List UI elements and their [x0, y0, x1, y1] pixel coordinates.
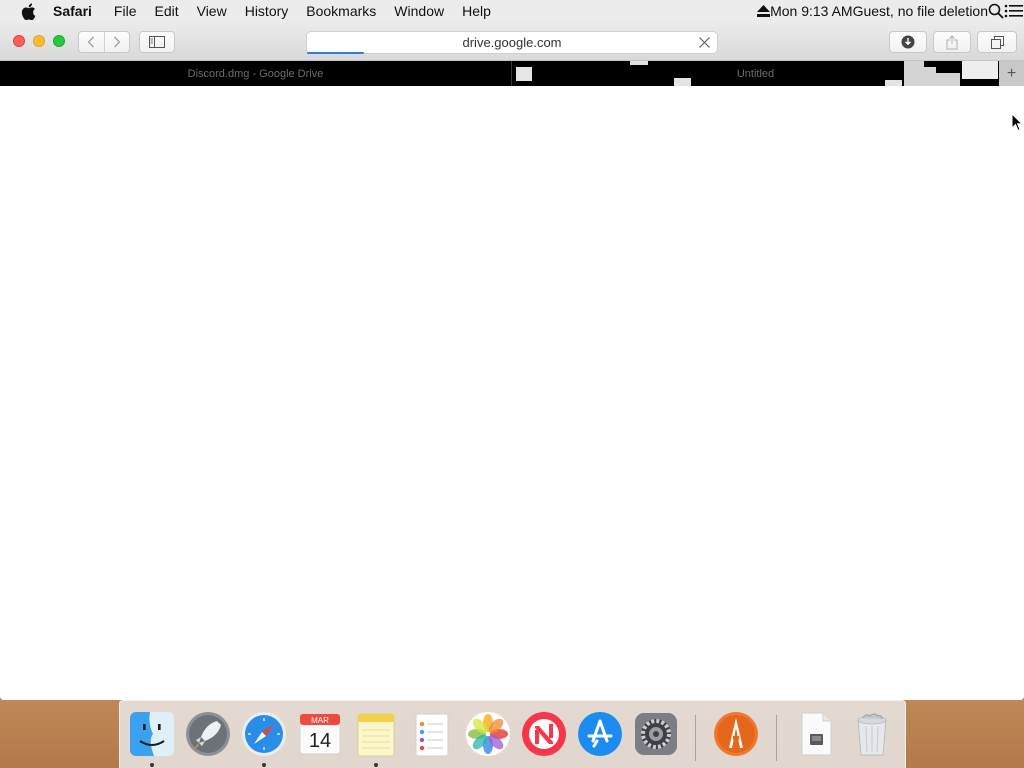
- dock-app-store[interactable]: [576, 710, 624, 758]
- mouse-cursor-icon: [1011, 113, 1023, 132]
- share-button[interactable]: [933, 31, 971, 53]
- calendar-day: 14: [309, 730, 331, 752]
- dock: MAR 14: [119, 700, 906, 768]
- chevron-right-icon: [114, 36, 121, 48]
- running-indicator: [374, 763, 378, 767]
- launchpad-icon: [186, 712, 230, 756]
- photos-icon: [466, 712, 510, 756]
- render-glitch: [936, 73, 960, 86]
- share-icon: [946, 34, 958, 49]
- dock-separator: [776, 715, 777, 761]
- back-button[interactable]: [79, 32, 104, 52]
- render-glitch: [962, 61, 998, 79]
- render-glitch: [674, 78, 691, 86]
- menu-bookmarks[interactable]: Bookmarks: [297, 0, 385, 22]
- minimize-window-button[interactable]: [33, 35, 45, 47]
- dock-system-preferences[interactable]: [632, 710, 680, 758]
- show-all-tabs-button[interactable]: [977, 31, 1017, 53]
- dock-document[interactable]: [792, 710, 840, 758]
- sidebar-icon: [149, 36, 165, 48]
- document-icon: [801, 712, 832, 756]
- downloads-button[interactable]: [889, 31, 927, 53]
- sidebar-toggle-button[interactable]: [139, 31, 175, 53]
- notification-center-icon[interactable]: [1004, 3, 1024, 19]
- safari-icon: [242, 712, 286, 756]
- window-toolbar: drive.google.com: [0, 22, 1024, 61]
- dock-photos[interactable]: [464, 710, 512, 758]
- address-text: drive.google.com: [462, 35, 562, 50]
- tab-bar: Discord.dmg - Google Drive Untitled +: [0, 61, 1024, 86]
- page-load-progress: [307, 52, 365, 54]
- apple-menu-icon[interactable]: [19, 2, 37, 20]
- dock-separator: [695, 715, 696, 761]
- tower-icon: [714, 712, 758, 756]
- notes-icon: [357, 713, 395, 757]
- render-glitch: [924, 67, 936, 86]
- spotlight-search-icon[interactable]: [988, 3, 1004, 19]
- reminders-icon: [415, 713, 449, 757]
- close-window-button[interactable]: [13, 35, 25, 47]
- menu-help[interactable]: Help: [453, 0, 500, 22]
- menu-window[interactable]: Window: [385, 0, 453, 22]
- chevron-left-icon: [88, 36, 95, 48]
- system-preferences-icon: [635, 713, 677, 755]
- dock-calendar[interactable]: MAR 14: [296, 710, 344, 758]
- new-tab-button[interactable]: +: [999, 61, 1024, 86]
- menu-app-name[interactable]: Safari: [53, 0, 101, 22]
- tab-discord-drive[interactable]: Discord.dmg - Google Drive: [0, 61, 511, 86]
- tab-title: Untitled: [736, 67, 775, 80]
- address-bar[interactable]: drive.google.com: [306, 31, 718, 54]
- dock-finder[interactable]: [128, 710, 176, 758]
- dock-reminders[interactable]: [408, 710, 456, 758]
- calendar-month: MAR: [311, 716, 329, 725]
- dock-launchpad[interactable]: [184, 710, 232, 758]
- trash-icon: [857, 713, 887, 756]
- dock-safari[interactable]: [240, 710, 288, 758]
- menu-bar: Safari File Edit View History Bookmarks …: [0, 0, 1024, 22]
- web-content-area[interactable]: [0, 86, 1024, 700]
- news-icon: [522, 712, 566, 756]
- running-indicator: [150, 763, 154, 767]
- navigation-buttons: [78, 31, 130, 53]
- stop-loading-icon[interactable]: [698, 36, 711, 49]
- render-glitch: [630, 61, 648, 65]
- running-indicator: [262, 763, 266, 767]
- render-glitch: [904, 61, 924, 86]
- app-store-icon: [578, 712, 622, 756]
- dock-notes[interactable]: [352, 710, 400, 758]
- dock-tower[interactable]: [712, 710, 760, 758]
- forward-button[interactable]: [103, 32, 129, 52]
- menu-file[interactable]: File: [105, 0, 146, 22]
- calendar-icon: MAR 14: [299, 713, 341, 755]
- tab-title: Discord.dmg - Google Drive: [187, 67, 324, 80]
- menu-history[interactable]: History: [236, 0, 298, 22]
- dock-news[interactable]: [520, 710, 568, 758]
- menu-view[interactable]: View: [188, 0, 236, 22]
- menu-edit[interactable]: Edit: [145, 0, 187, 22]
- safari-window: drive.google.com Discord.dmg - Google Dr…: [0, 22, 1024, 700]
- zoom-window-button[interactable]: [53, 35, 65, 47]
- tabs-overview-icon: [990, 35, 1004, 49]
- download-icon: [901, 35, 915, 49]
- finder-icon: [130, 712, 174, 756]
- dock-trash[interactable]: [848, 710, 896, 758]
- eject-icon[interactable]: [756, 4, 770, 18]
- menubar-clock[interactable]: Mon 9:13 AM: [770, 3, 853, 19]
- menubar-user[interactable]: Guest, no file deletion: [853, 3, 988, 19]
